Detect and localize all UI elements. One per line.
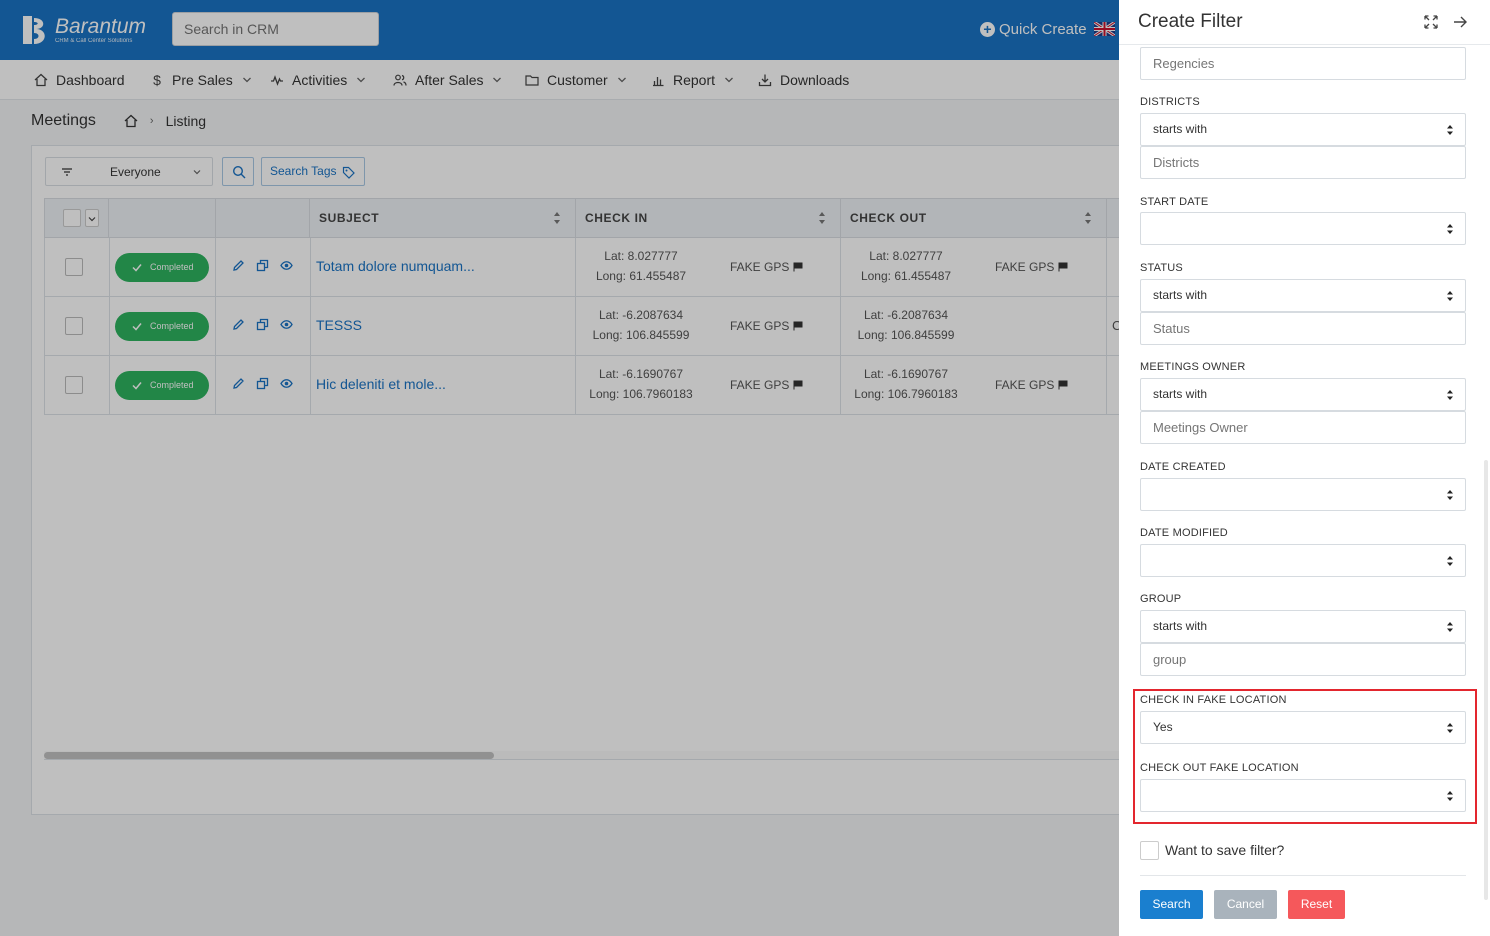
select-caret-icon [1447, 291, 1453, 301]
start-date-select[interactable] [1140, 212, 1466, 245]
regencies-input[interactable] [1140, 47, 1466, 80]
select-caret-icon [1447, 556, 1453, 566]
districts-operator-select[interactable]: starts with [1140, 113, 1466, 146]
districts-label: DISTRICTS [1140, 96, 1200, 108]
save-filter-label[interactable]: Want to save filter? [1165, 842, 1284, 858]
date-modified-select[interactable] [1140, 544, 1466, 577]
search-filter-button[interactable]: Search [1140, 890, 1203, 919]
panel-divider [1140, 875, 1466, 876]
arrow-right-icon[interactable] [1453, 15, 1468, 29]
cancel-button[interactable]: Cancel [1214, 890, 1277, 919]
districts-input[interactable] [1140, 146, 1466, 179]
date-created-select[interactable] [1140, 478, 1466, 511]
select-caret-icon [1447, 125, 1453, 135]
status-operator-select[interactable]: starts with [1140, 279, 1466, 312]
select-caret-icon [1447, 390, 1453, 400]
reset-button[interactable]: Reset [1288, 890, 1345, 919]
select-value: starts with [1153, 619, 1208, 633]
status-input[interactable] [1140, 312, 1466, 345]
select-caret-icon [1447, 224, 1453, 234]
panel-scrollbar[interactable] [1484, 460, 1488, 900]
date-created-label: DATE CREATED [1140, 461, 1226, 473]
select-value: starts with [1153, 288, 1208, 302]
meetings-owner-operator-select[interactable]: starts with [1140, 378, 1466, 411]
status-label: STATUS [1140, 262, 1183, 274]
select-value: starts with [1153, 387, 1208, 401]
meetings-owner-label: MEETINGS OWNER [1140, 361, 1246, 373]
select-value: starts with [1153, 122, 1208, 136]
group-operator-select[interactable]: starts with [1140, 610, 1466, 643]
start-date-label: START DATE [1140, 196, 1209, 208]
group-input[interactable] [1140, 643, 1466, 676]
panel-header: Create Filter [1119, 0, 1490, 45]
panel-title: Create Filter [1138, 11, 1243, 32]
date-modified-label: DATE MODIFIED [1140, 527, 1228, 539]
expand-icon[interactable] [1424, 15, 1438, 29]
select-caret-icon [1447, 490, 1453, 500]
group-label: GROUP [1140, 593, 1182, 605]
highlight-box [1133, 689, 1477, 824]
save-filter-checkbox[interactable] [1140, 841, 1159, 860]
select-caret-icon [1447, 622, 1453, 632]
meetings-owner-input[interactable] [1140, 411, 1466, 444]
